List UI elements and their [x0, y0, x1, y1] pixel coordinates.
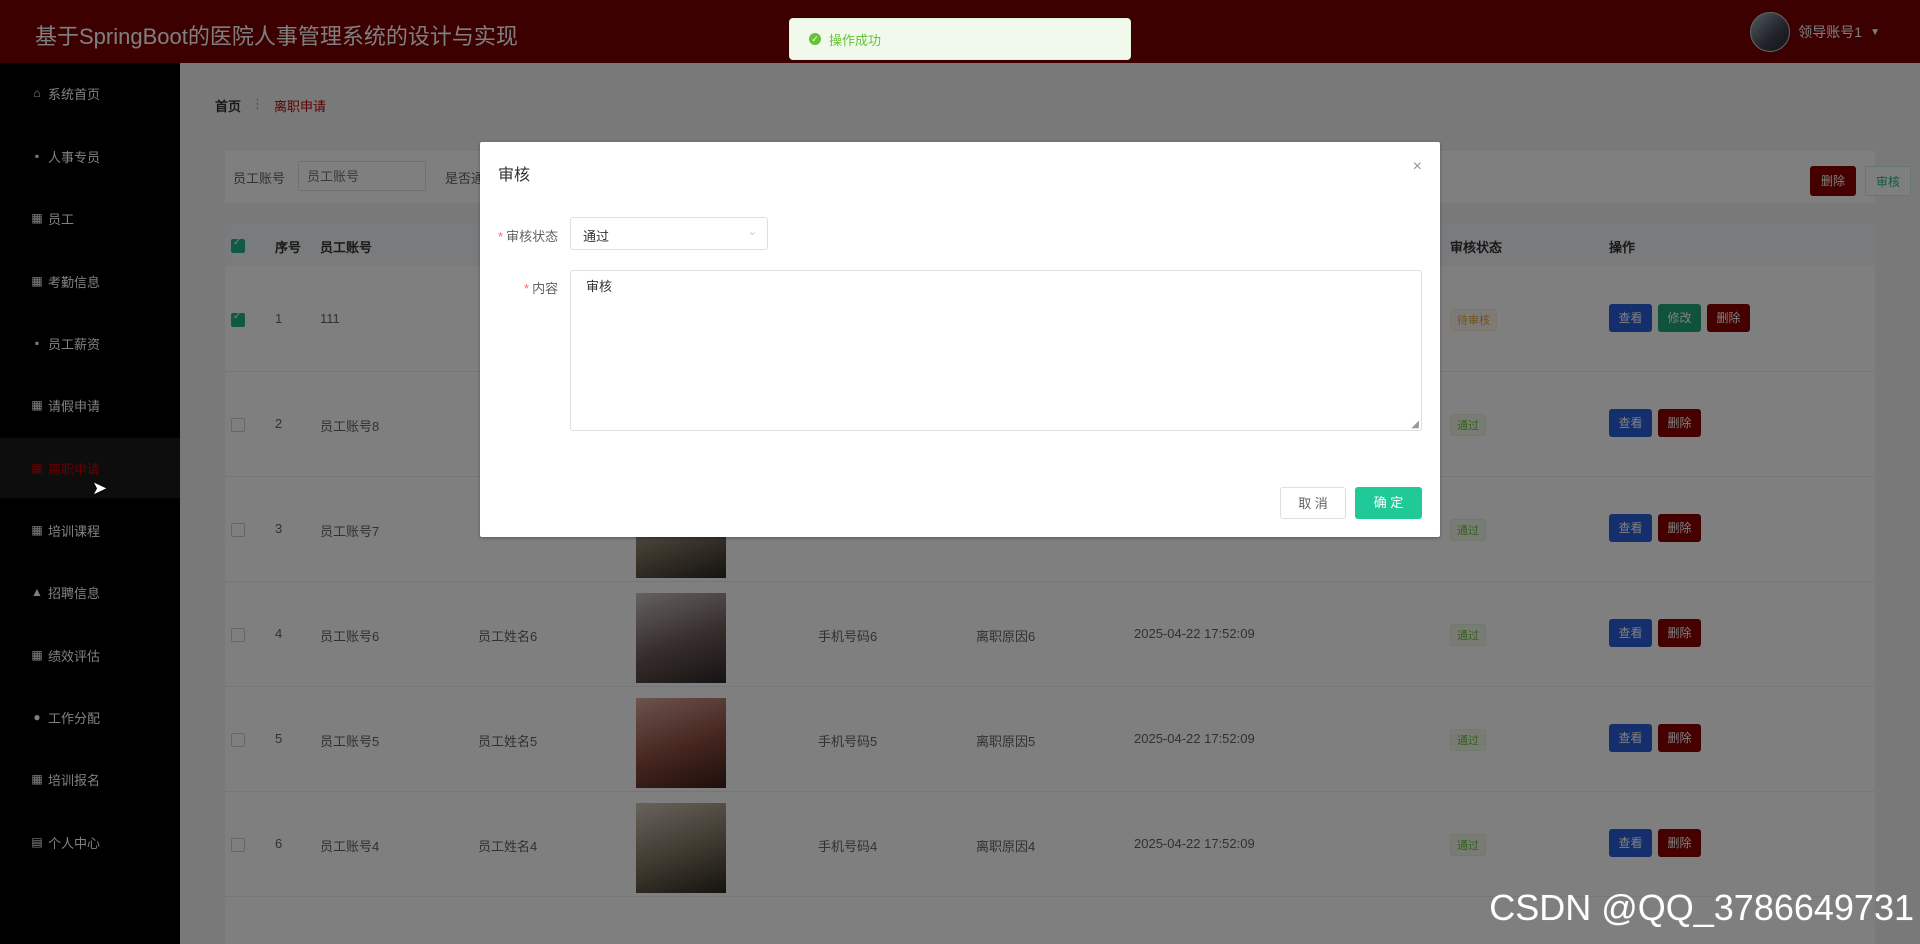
- confirm-button[interactable]: 确 定: [1355, 487, 1422, 519]
- close-icon[interactable]: ×: [1413, 158, 1422, 176]
- resize-handle-icon[interactable]: ◢: [1411, 419, 1419, 430]
- audit-status-select[interactable]: 通过 ⌄: [570, 217, 768, 250]
- chevron-down-icon: ⌄: [747, 226, 757, 238]
- mouse-cursor-icon: ➤: [92, 478, 108, 498]
- success-toast: ✓ 操作成功: [789, 18, 1131, 60]
- content-field-label: * 内容: [524, 281, 559, 296]
- watermark: CSDN @QQ_3786649731: [1489, 887, 1914, 928]
- toast-message: 操作成功: [829, 32, 882, 48]
- audit-content-value: 审核: [586, 279, 613, 294]
- audit-content-textarea[interactable]: 审核 ◢: [570, 270, 1422, 431]
- cancel-button[interactable]: 取 消: [1280, 487, 1346, 519]
- audit-dialog: 审核 × * 审核状态 通过 ⌄ * 内容 审核 ◢ 取 消 确 定: [480, 142, 1440, 537]
- audit-status-value: 通过: [583, 229, 610, 244]
- status-field-label: * 审核状态: [498, 229, 559, 244]
- check-circle-icon: ✓: [809, 33, 821, 45]
- dialog-title: 审核: [498, 167, 531, 184]
